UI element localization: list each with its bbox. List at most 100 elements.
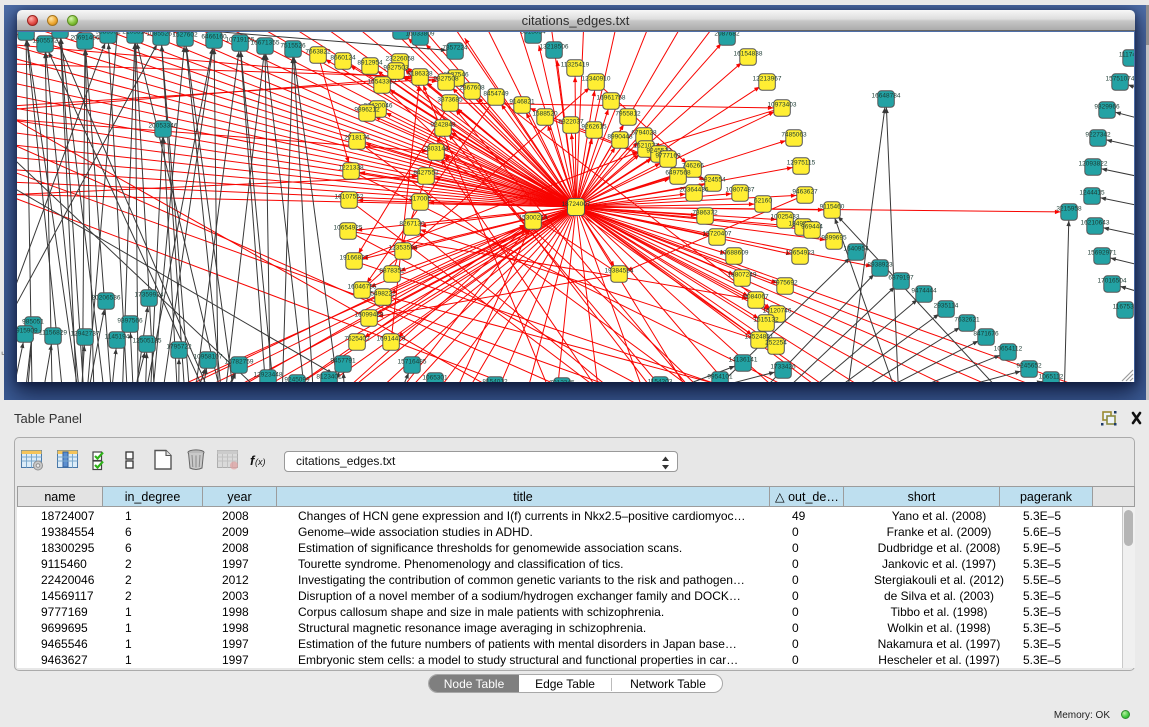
svg-text:10688609: 10688609 — [719, 250, 748, 257]
svg-text:1065301: 1065301 — [422, 375, 448, 382]
svg-text:1640954: 1640954 — [843, 246, 869, 253]
svg-text:8813054: 8813054 — [520, 32, 546, 36]
svg-text:9262615: 9262615 — [581, 124, 607, 131]
svg-text:1244415: 1244415 — [1079, 190, 1105, 197]
svg-text:8912954: 8912954 — [357, 60, 383, 67]
svg-text:18807249: 18807249 — [727, 272, 756, 279]
svg-text:6466160: 6466160 — [201, 34, 227, 41]
svg-text:9474444: 9474444 — [911, 288, 937, 295]
svg-text:16961758: 16961758 — [596, 95, 625, 102]
svg-text:9899695: 9899695 — [821, 235, 847, 242]
svg-text:16120746: 16120746 — [762, 308, 791, 315]
svg-text:11325419: 11325419 — [560, 62, 589, 69]
svg-text:9463627: 9463627 — [792, 189, 818, 196]
svg-text:10654925: 10654925 — [333, 225, 362, 232]
svg-text:985051: 985051 — [22, 319, 44, 326]
svg-text:9397566: 9397566 — [117, 318, 143, 325]
svg-text:1733426: 1733426 — [770, 364, 796, 371]
svg-text:2087682: 2087682 — [714, 32, 740, 38]
svg-text:6794028: 6794028 — [631, 130, 657, 137]
svg-text:8154012: 8154012 — [482, 379, 508, 383]
svg-text:2718176: 2718176 — [344, 135, 370, 142]
svg-text:17016504: 17016504 — [1097, 278, 1126, 285]
svg-text:1875317: 1875317 — [17, 32, 39, 33]
svg-text:16046756: 16046756 — [347, 284, 376, 291]
svg-text:9896212: 9896212 — [354, 107, 380, 114]
svg-text:8322037: 8322037 — [558, 119, 584, 126]
svg-text:9115460: 9115460 — [819, 204, 844, 211]
svg-text:1615132: 1615132 — [753, 317, 779, 324]
svg-text:8267130: 8267130 — [399, 221, 425, 228]
svg-text:16107552: 16107552 — [334, 194, 363, 201]
svg-text:17359924: 17359924 — [134, 292, 163, 299]
svg-text:16914479: 16914479 — [376, 336, 405, 343]
svg-text:1588520: 1588520 — [532, 111, 558, 118]
svg-text:10807487: 10807487 — [725, 187, 754, 194]
svg-text:3373685: 3373685 — [437, 97, 463, 104]
svg-text:8471676: 8471676 — [973, 331, 999, 338]
svg-text:23226058: 23226058 — [385, 56, 414, 63]
svg-text:15716485: 15716485 — [397, 359, 426, 366]
svg-text:9954101: 9954101 — [707, 374, 733, 381]
svg-text:8660124: 8660124 — [330, 55, 356, 62]
svg-text:9242848: 9242848 — [430, 122, 456, 129]
svg-text:7386372: 7386372 — [692, 210, 718, 217]
svg-text:9457791: 9457791 — [330, 358, 356, 365]
svg-text:6879197: 6879197 — [888, 275, 914, 282]
svg-text:8186328: 8186328 — [407, 71, 433, 78]
svg-text:20364436: 20364436 — [679, 187, 708, 194]
svg-text:9084067: 9084067 — [743, 294, 769, 301]
svg-text:15300213: 15300213 — [518, 215, 547, 222]
svg-text:252254: 252254 — [765, 340, 787, 347]
svg-text:7975692: 7975692 — [772, 280, 798, 287]
svg-text:12923448: 12923448 — [253, 372, 282, 379]
svg-text:16099489: 16099489 — [354, 312, 383, 319]
svg-text:8878352: 8878352 — [379, 268, 405, 275]
svg-text:18724007: 18724007 — [561, 201, 590, 208]
svg-text:12942737: 12942737 — [70, 331, 99, 338]
svg-text:(x): (x) — [255, 457, 266, 467]
svg-text:7357224: 7357224 — [442, 45, 468, 52]
svg-text:1065112: 1065112 — [1038, 374, 1063, 381]
svg-text:2803144: 2803144 — [423, 146, 449, 153]
svg-text:3215958: 3215958 — [1056, 206, 1082, 213]
svg-text:8938923: 8938923 — [867, 262, 893, 269]
svg-text:417006: 417006 — [409, 196, 431, 203]
svg-text:7663822: 7663822 — [305, 49, 331, 56]
svg-text:9146821: 9146821 — [509, 99, 535, 106]
svg-text:969444: 969444 — [801, 224, 823, 231]
svg-text:15720407: 15720407 — [702, 231, 731, 238]
svg-text:12353594: 12353594 — [388, 245, 417, 252]
svg-text:1167534: 1167534 — [1112, 304, 1133, 311]
svg-text:9227342: 9227342 — [1085, 132, 1111, 139]
svg-text:1221338: 1221338 — [338, 165, 364, 172]
svg-text:16648784: 16648784 — [871, 93, 900, 100]
svg-text:7625402: 7625402 — [344, 336, 370, 343]
svg-text:11156829: 11156829 — [39, 330, 67, 337]
svg-text:16154838: 16154838 — [733, 51, 762, 58]
svg-text:8427552: 8427552 — [413, 170, 439, 177]
svg-text:16782759: 16782759 — [224, 359, 253, 366]
svg-text:9329966: 9329966 — [1094, 104, 1120, 111]
svg-text:1117404: 1117404 — [1118, 52, 1133, 59]
svg-text:12505135: 12505135 — [132, 338, 161, 345]
svg-text:9245099: 9245099 — [284, 377, 310, 383]
svg-text:12093822: 12093822 — [1078, 161, 1107, 168]
svg-text:16543362: 16543362 — [367, 79, 396, 86]
svg-text:6497568: 6497568 — [665, 170, 691, 177]
svg-text:16671355: 16671355 — [250, 40, 279, 47]
svg-text:1154203: 1154203 — [647, 379, 672, 383]
svg-text:19384554: 19384554 — [604, 268, 633, 275]
svg-text:2367608: 2367608 — [459, 85, 485, 92]
svg-text:20691406: 20691406 — [70, 35, 99, 42]
svg-text:12213967: 12213967 — [752, 76, 781, 83]
svg-text:10654112: 10654112 — [993, 346, 1022, 353]
svg-text:14136141: 14136141 — [728, 357, 757, 364]
svg-text:19654923: 19654923 — [785, 250, 814, 257]
svg-text:7515526: 7515526 — [280, 43, 306, 50]
svg-text:16210643: 16210643 — [1080, 220, 1109, 227]
svg-text:16033809: 16033809 — [405, 32, 434, 38]
svg-text:9886901: 9886901 — [95, 32, 121, 36]
svg-text:8990448: 8990448 — [607, 134, 633, 141]
svg-text:7012345: 7012345 — [549, 380, 575, 383]
